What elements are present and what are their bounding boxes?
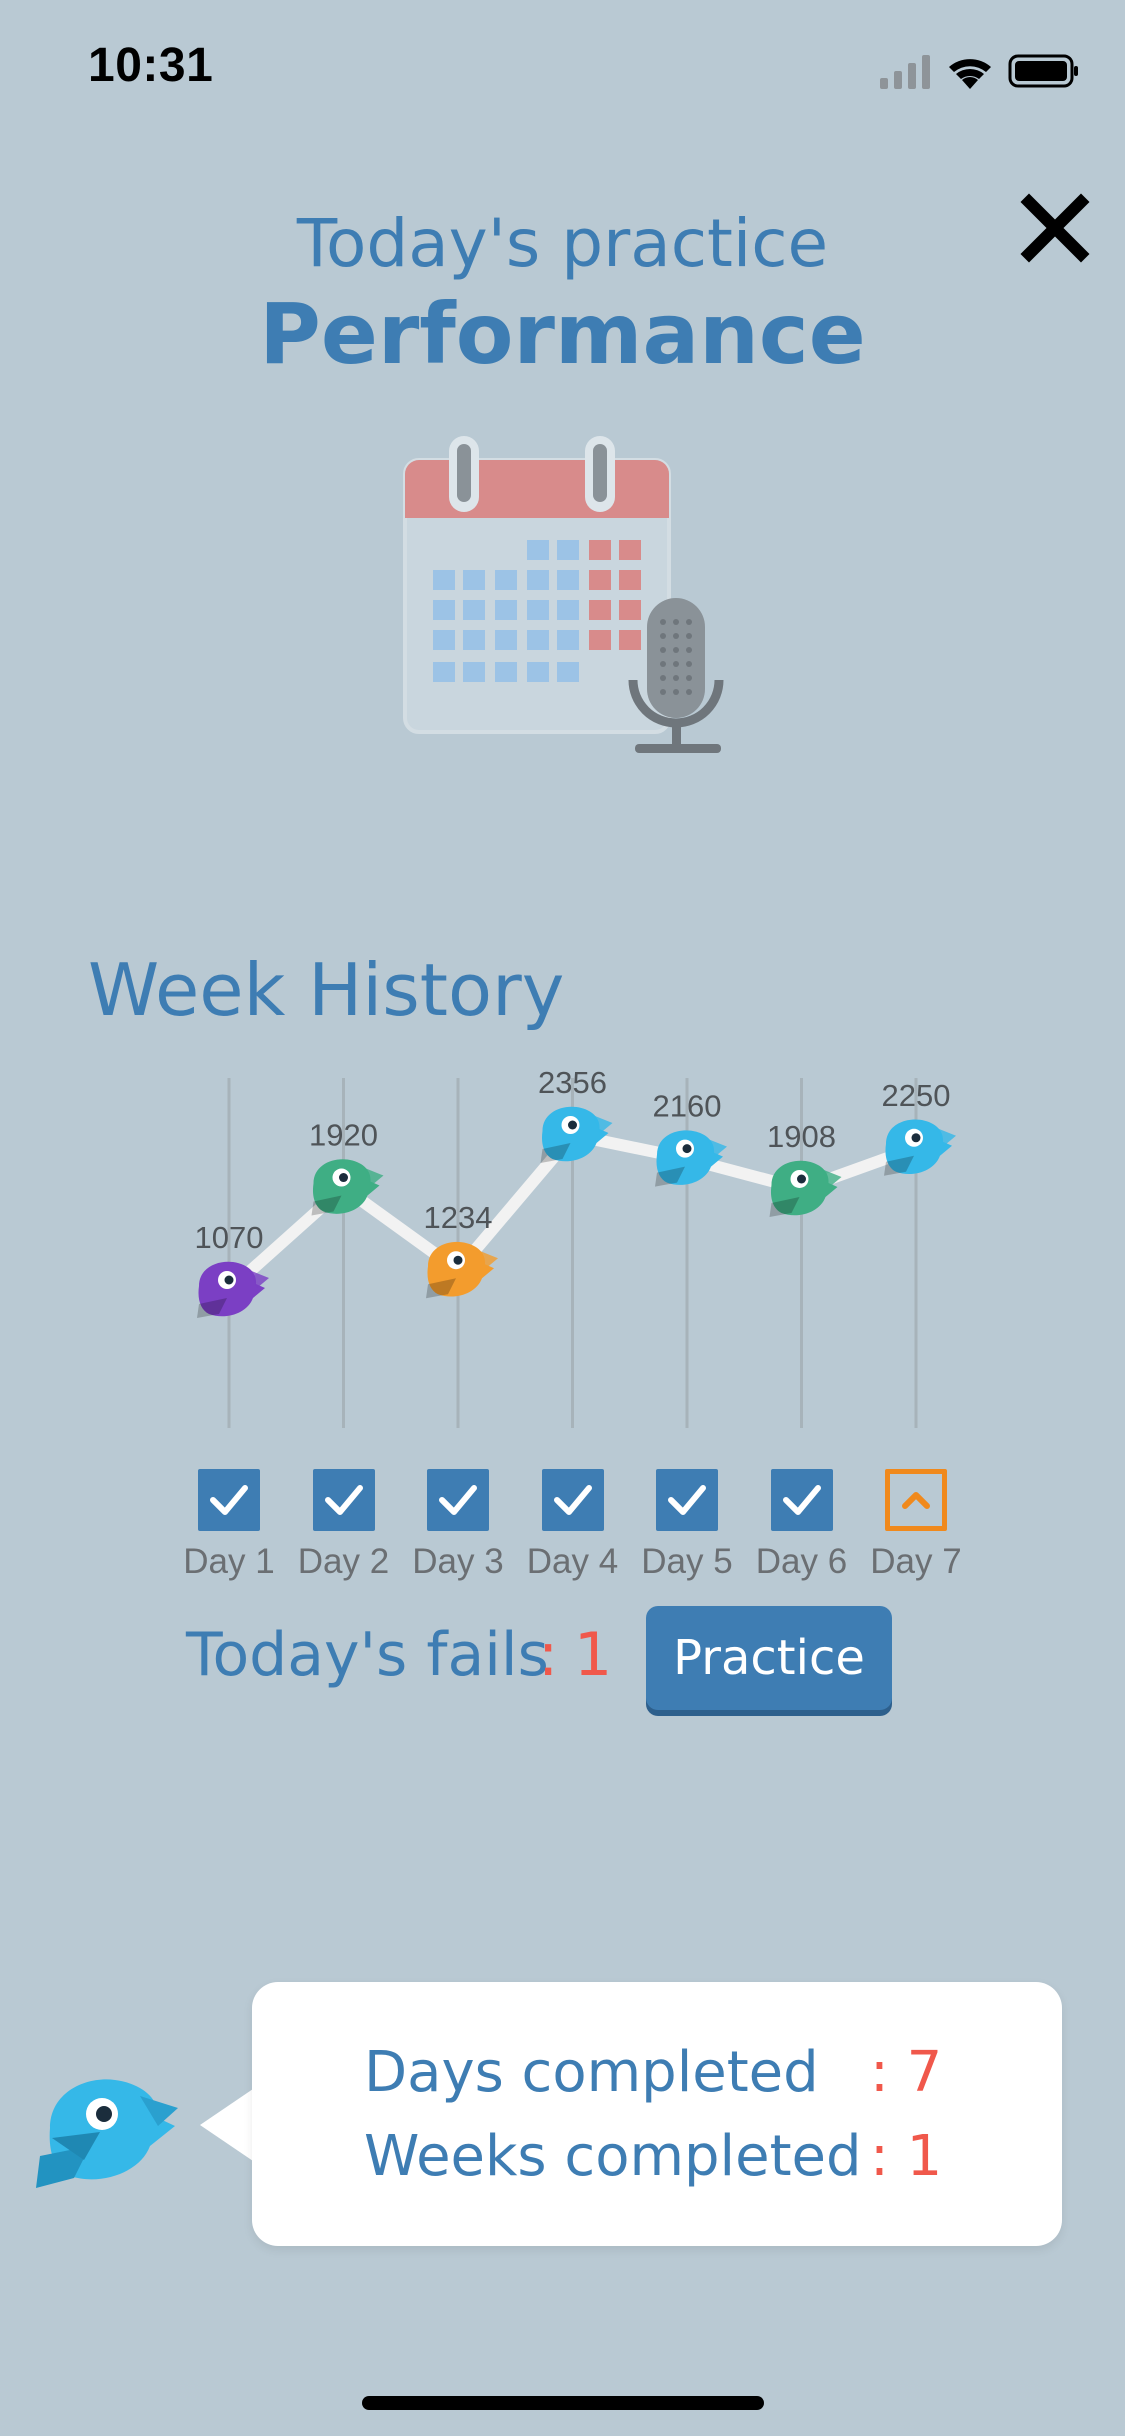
chart-point-bird-icon bbox=[769, 1160, 842, 1217]
days-completed-value: : 7 bbox=[870, 2040, 943, 2105]
speech-bubble-tail bbox=[200, 2087, 256, 2163]
chart-point-bird-icon bbox=[884, 1119, 956, 1176]
day-completed-checkbox[interactable] bbox=[770, 1469, 833, 1531]
checkmark-icon bbox=[668, 1485, 706, 1515]
practice-button[interactable]: Practice bbox=[646, 1606, 892, 1710]
chart-point-bird-icon bbox=[655, 1130, 727, 1187]
day-pending-checkbox[interactable] bbox=[885, 1469, 947, 1531]
todays-fails-label: Today's fails bbox=[186, 1620, 549, 1690]
summary-bubble: Days completed : 7 Weeks completed : 1 bbox=[252, 1982, 1062, 2246]
weeks-completed-label: Weeks completed bbox=[364, 2124, 862, 2189]
day-completed-checkbox[interactable] bbox=[427, 1469, 489, 1531]
day-completed-checkbox[interactable] bbox=[198, 1469, 260, 1531]
chart-data-label: 1908 bbox=[767, 1119, 836, 1154]
checkmark-icon bbox=[324, 1485, 363, 1515]
day-completed-checkbox[interactable] bbox=[656, 1469, 718, 1531]
checkmark-icon bbox=[439, 1485, 477, 1515]
home-indicator[interactable] bbox=[362, 2396, 764, 2410]
chart-data-label: 1070 bbox=[195, 1220, 264, 1255]
todays-fails-colon: : bbox=[538, 1620, 559, 1690]
todays-fails-value: 1 bbox=[574, 1620, 613, 1690]
chart-point-bird-icon bbox=[540, 1106, 613, 1163]
day-completed-checkbox[interactable] bbox=[312, 1469, 375, 1531]
chart-data-label: 1234 bbox=[424, 1200, 493, 1235]
checkmark-icon bbox=[553, 1485, 592, 1515]
chart-data-label: 2356 bbox=[538, 1065, 607, 1100]
chart-point-bird-icon bbox=[426, 1241, 498, 1299]
checkmark-icon bbox=[210, 1485, 248, 1515]
day-completed-checkbox[interactable] bbox=[541, 1469, 604, 1531]
days-completed-label: Days completed bbox=[364, 2040, 819, 2105]
chevron-up-icon bbox=[902, 1492, 930, 1509]
chart-data-label: 2250 bbox=[882, 1078, 951, 1113]
week-history-chart: 1070 1920 1234 2356 2160 1908 2250 bbox=[195, 1065, 956, 1428]
checkmark-icon bbox=[782, 1485, 821, 1515]
day-label: Day 7 bbox=[870, 1542, 962, 1581]
weeks-completed-value: : 1 bbox=[870, 2124, 943, 2189]
bird-mascot-icon bbox=[36, 2079, 178, 2188]
chart-data-label: 2160 bbox=[653, 1089, 722, 1124]
chart-data-label: 1920 bbox=[309, 1118, 378, 1153]
